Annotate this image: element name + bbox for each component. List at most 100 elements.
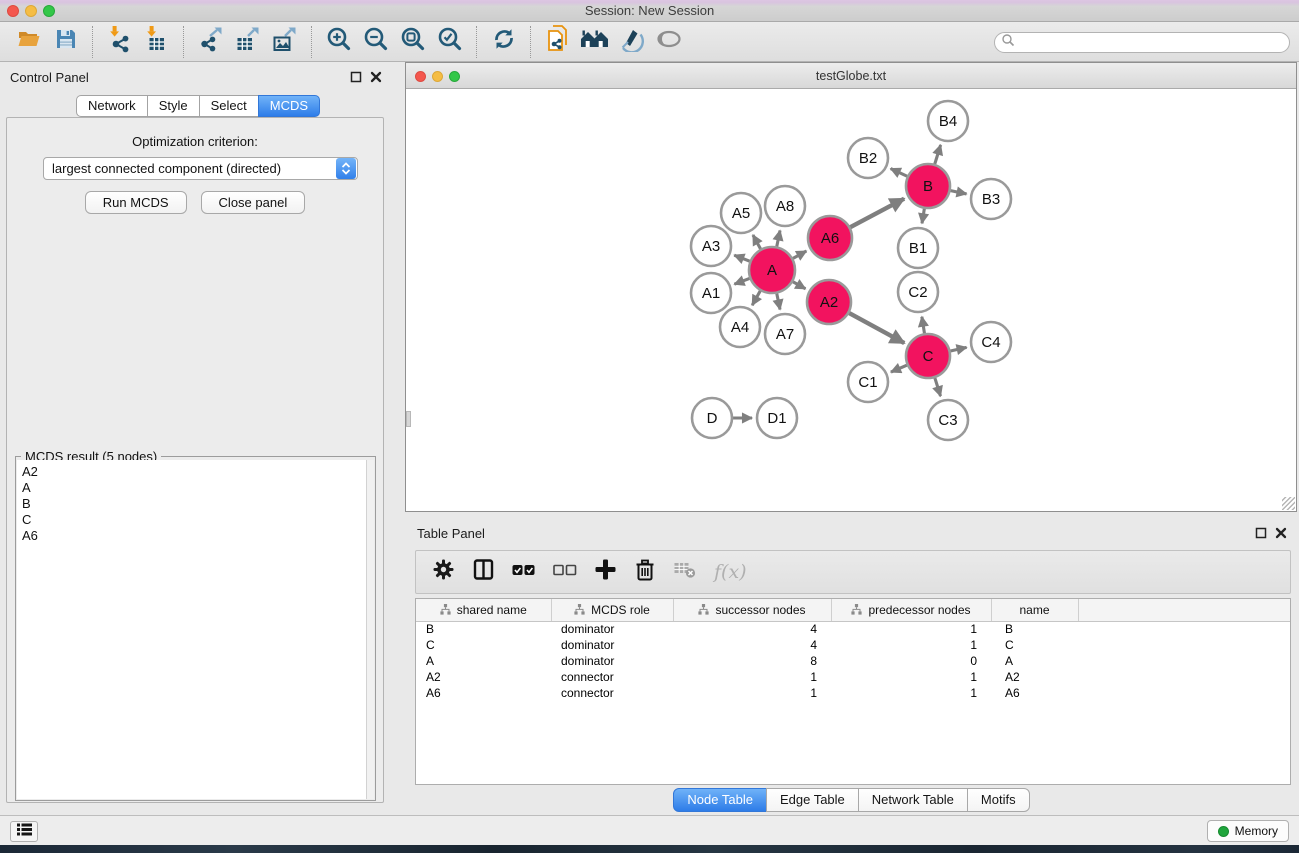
criterion-dropdown[interactable]: largest connected component (directed) [43,157,358,180]
network-canvas[interactable]: AA6A2BCA1A3A4A5A7A8B1B2B3B4C1C2C3C4DD1 [406,89,1296,512]
zoom-in-button[interactable] [320,24,357,60]
table-cell[interactable]: A [991,653,1078,669]
tab-network-table[interactable]: Network Table [858,788,968,812]
graph-node-C3[interactable]: C3 [928,400,968,440]
close-panel-icon[interactable] [1275,526,1287,544]
graph-node-C4[interactable]: C4 [971,322,1011,362]
save-session-button[interactable] [47,24,84,60]
mcds-result-item[interactable]: B [22,496,366,512]
graph-node-B[interactable]: B [906,164,950,208]
search-field[interactable] [994,32,1290,53]
graph-node-B2[interactable]: B2 [848,138,888,178]
open-session-button[interactable] [10,24,47,60]
graph-node-C2[interactable]: C2 [898,272,938,312]
table-cell[interactable]: A6 [991,685,1078,701]
search-input[interactable] [1015,35,1289,51]
select-all-button[interactable] [512,557,536,587]
graph-edge-A-A7[interactable] [777,294,780,310]
table-cell[interactable]: A2 [416,669,551,685]
resize-grip-icon[interactable] [1282,497,1295,510]
deselect-all-button[interactable] [553,557,577,587]
show-columns-button[interactable] [472,557,495,587]
graph-node-A2[interactable]: A2 [807,280,851,324]
graph-node-A4[interactable]: A4 [720,307,760,347]
export-network-button[interactable] [192,24,229,60]
clone-network-button[interactable] [539,24,576,60]
table-cell[interactable]: dominator [551,653,673,669]
graph-edge-C-C1[interactable] [891,365,907,372]
table-cell[interactable]: dominator [551,621,673,637]
zoom-out-button[interactable] [357,24,394,60]
graph-node-B4[interactable]: B4 [928,101,968,141]
table-cell[interactable]: 1 [673,669,831,685]
table-cell[interactable]: 0 [831,653,991,669]
hide-style-button[interactable] [613,24,650,60]
table-cell[interactable]: 1 [831,685,991,701]
table-cell[interactable]: 1 [673,685,831,701]
tab-node-table[interactable]: Node Table [673,788,767,812]
graph-edge-A6-B[interactable] [850,199,904,228]
table-cell[interactable]: dominator [551,637,673,653]
table-cell[interactable]: B [416,621,551,637]
table-cell[interactable]: connector [551,685,673,701]
mcds-result-item[interactable]: A [22,480,366,496]
delete-column-button[interactable] [634,557,656,587]
column-header-predecessor-nodes[interactable]: predecessor nodes [831,599,991,621]
float-panel-icon[interactable] [1255,526,1267,544]
column-header-successor-nodes[interactable]: successor nodes [673,599,831,621]
graph-node-A1[interactable]: A1 [691,273,731,313]
import-network-button[interactable] [101,24,138,60]
column-header-mcds-role[interactable]: MCDS role [551,599,673,621]
graph-edge-A-A8[interactable] [777,230,780,246]
mcds-result-item[interactable]: A2 [22,464,366,480]
table-row[interactable]: Bdominator41B [416,621,1291,637]
graph-edge-B-B2[interactable] [891,169,908,177]
task-history-button[interactable] [10,821,38,842]
show-graphics-button[interactable] [650,24,687,60]
tab-edge-table[interactable]: Edge Table [766,788,859,812]
function-builder-button[interactable]: f(x) [714,557,747,587]
table-cell[interactable]: B [991,621,1078,637]
refresh-button[interactable] [485,24,522,60]
graph-node-A8[interactable]: A8 [765,186,805,226]
graph-edge-C-C2[interactable] [922,317,925,334]
tab-motifs[interactable]: Motifs [967,788,1030,812]
memory-button[interactable]: Memory [1207,820,1289,842]
graph-node-C[interactable]: C [906,334,950,378]
run-mcds-button[interactable]: Run MCDS [85,191,187,214]
graph-node-B1[interactable]: B1 [898,228,938,268]
graph-node-A5[interactable]: A5 [721,193,761,233]
table-row[interactable]: Cdominator41C [416,637,1291,653]
graph-edge-A2-C[interactable] [849,313,904,343]
graph-node-A[interactable]: A [749,247,795,293]
table-cell[interactable]: 4 [673,621,831,637]
graph-edge-A-A2[interactable] [793,282,806,289]
export-image-button[interactable] [266,24,303,60]
float-panel-icon[interactable] [350,70,362,88]
graph-node-A6[interactable]: A6 [808,216,852,260]
table-row[interactable]: A6connector11A6 [416,685,1291,701]
mcds-result-item[interactable]: C [22,512,366,528]
graph-edge-C-C3[interactable] [935,378,941,396]
close-panel-icon[interactable] [370,70,382,88]
table-cell[interactable]: A2 [991,669,1078,685]
graph-node-A7[interactable]: A7 [765,314,805,354]
table-cell[interactable]: connector [551,669,673,685]
table-cell[interactable]: A [416,653,551,669]
graph-edge-B-B1[interactable] [922,209,924,224]
graph-edge-A-A1[interactable] [734,278,749,284]
table-cell[interactable]: C [991,637,1078,653]
view-splitter-handle[interactable] [406,411,411,427]
table-cell[interactable]: A6 [416,685,551,701]
graph-edge-A-A6[interactable] [793,251,806,258]
graph-node-A3[interactable]: A3 [691,226,731,266]
tab-style[interactable]: Style [147,95,200,117]
network-window-titlebar[interactable]: testGlobe.txt [406,63,1296,89]
tab-select[interactable]: Select [199,95,259,117]
table-cell[interactable]: 1 [831,621,991,637]
table-cell[interactable]: 4 [673,637,831,653]
graph-node-D[interactable]: D [692,398,732,438]
table-settings-button[interactable] [432,557,455,587]
graph-edge-C-C4[interactable] [950,347,966,351]
table-row[interactable]: A2connector11A2 [416,669,1291,685]
